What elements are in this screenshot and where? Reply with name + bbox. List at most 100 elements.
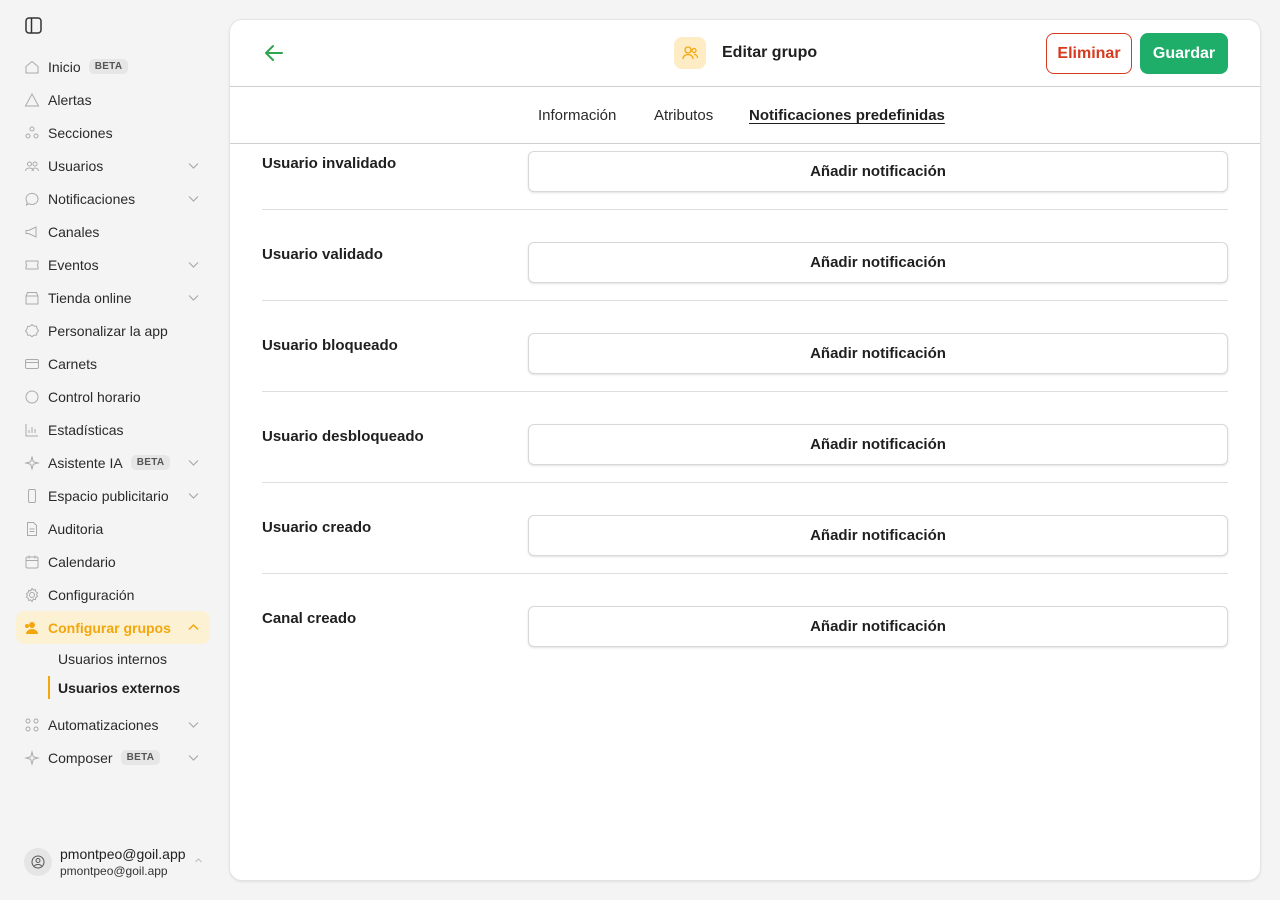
sidebar-item-personalizar-la-app[interactable]: Personalizar la app bbox=[16, 314, 210, 347]
sidebar-subitem-usuarios-internos[interactable]: Usuarios internos bbox=[48, 644, 210, 673]
panel-header: Editar grupo Eliminar Guardar bbox=[230, 20, 1260, 87]
sidebar-item-label: Secciones bbox=[48, 124, 113, 141]
user-icon bbox=[31, 855, 45, 869]
nodes-icon bbox=[24, 717, 40, 733]
sidebar-item-secciones[interactable]: Secciones bbox=[16, 116, 210, 149]
sidebar-item-inicio[interactable]: Inicio BETA bbox=[16, 50, 210, 83]
sidebar-item-eventos[interactable]: Eventos bbox=[16, 248, 210, 281]
sidebar-nav: Inicio BETA Alertas Secciones Usuarios Notifi… bbox=[16, 50, 210, 774]
sidebar-item-label: Automatizaciones bbox=[48, 716, 159, 733]
calendar-icon bbox=[24, 554, 40, 570]
alert-icon bbox=[24, 92, 40, 108]
sidebar-item-label: Calendario bbox=[48, 553, 116, 570]
notification-event-label: Usuario invalidado bbox=[262, 155, 397, 172]
chevron-down-icon bbox=[188, 460, 199, 466]
sidebar-item-label: Auditoria bbox=[48, 520, 104, 537]
sidebar-item-asistente-ia[interactable]: Asistente IA BETA bbox=[16, 446, 210, 479]
notification-event-label: Usuario validado bbox=[262, 246, 383, 263]
add-notification-button[interactable]: Añadir notificación bbox=[528, 606, 1228, 647]
notification-event-label: Usuario desbloqueado bbox=[262, 428, 424, 445]
notification-row-usuario-bloqueado: Usuario bloqueado Añadir notificación bbox=[262, 301, 1228, 392]
sidebar-item-label: Alertas bbox=[48, 91, 92, 108]
add-notification-button[interactable]: Añadir notificación bbox=[528, 242, 1228, 283]
notification-event-label: Canal creado bbox=[262, 610, 357, 627]
notification-row-usuario-desbloqueado: Usuario desbloqueado Añadir notificación bbox=[262, 392, 1228, 483]
sidebar-item-label: Tienda online bbox=[48, 289, 132, 306]
sidebar-item-control-horario[interactable]: Control horario bbox=[16, 380, 210, 413]
notification-event-label: Usuario creado bbox=[262, 519, 372, 536]
chevron-down-icon bbox=[188, 262, 199, 268]
tab-informacion[interactable]: Información bbox=[538, 107, 616, 124]
sidebar-item-configuracion[interactable]: Configuración bbox=[16, 578, 210, 611]
notification-row-usuario-creado: Usuario creado Añadir notificación bbox=[262, 483, 1228, 574]
sidebar-item-label: Eventos bbox=[48, 256, 99, 273]
sidebar-item-carnets[interactable]: Carnets bbox=[16, 347, 210, 380]
sidebar-item-label: Configuración bbox=[48, 586, 135, 603]
notification-event-label: Usuario bloqueado bbox=[262, 337, 398, 354]
sidebar-item-label: Espacio publicitario bbox=[48, 487, 169, 504]
notification-row-canal-creado: Canal creado Añadir notificación bbox=[262, 574, 1228, 665]
notification-row-usuario-validado: Usuario validado Añadir notificación bbox=[262, 210, 1228, 301]
sidebar: Inicio BETA Alertas Secciones Usuarios Notifi… bbox=[0, 0, 220, 900]
chevron-up-icon bbox=[195, 858, 202, 863]
group-icon bbox=[674, 37, 706, 69]
home-icon bbox=[24, 59, 40, 75]
sidebar-item-label: Control horario bbox=[48, 388, 141, 405]
ticket-icon bbox=[24, 257, 40, 273]
tab-atributos[interactable]: Atributos bbox=[654, 107, 713, 124]
sidebar-item-label: Usuarios bbox=[48, 157, 104, 174]
sidebar-subitem-label: Usuarios externos bbox=[58, 679, 181, 696]
sparkle-icon bbox=[24, 454, 40, 471]
beta-badge: BETA bbox=[120, 750, 161, 765]
sections-icon bbox=[24, 125, 40, 141]
sidebar-item-canales[interactable]: Canales bbox=[16, 215, 210, 248]
sidebar-item-composer[interactable]: Composer BETA bbox=[16, 741, 210, 774]
sidebar-item-configurar-grupos[interactable]: Configurar grupos bbox=[16, 611, 210, 644]
notifications-list: Usuario invalidado Añadir notificación Usu… bbox=[262, 144, 1228, 665]
chevron-down-icon bbox=[188, 196, 199, 202]
sidebar-item-label: Canales bbox=[48, 223, 100, 240]
badge-icon bbox=[24, 323, 40, 339]
page-title-wrap: Editar grupo bbox=[674, 37, 817, 69]
sidebar-item-tienda-online[interactable]: Tienda online bbox=[16, 281, 210, 314]
sidebar-item-notificaciones[interactable]: Notificaciones bbox=[16, 182, 210, 215]
page-title: Editar grupo bbox=[722, 44, 818, 61]
chevron-down-icon bbox=[188, 163, 199, 169]
chevron-down-icon bbox=[188, 722, 199, 728]
save-button[interactable]: Guardar bbox=[1140, 33, 1228, 74]
user-menu[interactable]: pmontpeo@goil.app pmontpeo@goil.app bbox=[24, 846, 202, 878]
delete-button[interactable]: Eliminar bbox=[1046, 33, 1132, 74]
sidebar-item-calendario[interactable]: Calendario bbox=[16, 545, 210, 578]
clock-icon bbox=[24, 389, 40, 405]
sidebar-item-alertas[interactable]: Alertas bbox=[16, 83, 210, 116]
sidebar-item-auditoria[interactable]: Auditoria bbox=[16, 512, 210, 545]
sidebar-toggle-icon[interactable] bbox=[25, 17, 42, 34]
chart-icon bbox=[24, 422, 40, 438]
sidebar-item-label: Composer bbox=[48, 749, 113, 766]
megaphone-icon bbox=[24, 224, 40, 240]
add-notification-button[interactable]: Añadir notificación bbox=[528, 515, 1228, 556]
sidebar-item-label: Inicio bbox=[48, 58, 81, 75]
avatar bbox=[24, 848, 52, 876]
chevron-down-icon bbox=[188, 295, 199, 301]
add-notification-button[interactable]: Añadir notificación bbox=[528, 424, 1228, 465]
beta-badge: BETA bbox=[88, 59, 129, 74]
sidebar-item-label: Asistente IA bbox=[48, 454, 123, 471]
chevron-down-icon bbox=[188, 755, 199, 761]
sidebar-item-estadisticas[interactable]: Estadísticas bbox=[16, 413, 210, 446]
sidebar-item-label: Personalizar la app bbox=[48, 322, 168, 339]
add-notification-button[interactable]: Añadir notificación bbox=[528, 151, 1228, 192]
sidebar-item-automatizaciones[interactable]: Automatizaciones bbox=[16, 708, 210, 741]
sidebar-subitem-label: Usuarios internos bbox=[58, 650, 167, 667]
edit-group-panel: Editar grupo Eliminar Guardar Informació… bbox=[230, 20, 1260, 880]
sidebar-item-label: Notificaciones bbox=[48, 190, 136, 207]
tab-notificaciones-predefinidas[interactable]: Notificaciones predefinidas bbox=[749, 107, 945, 124]
back-arrow-icon[interactable] bbox=[264, 44, 284, 62]
add-notification-button[interactable]: Añadir notificación bbox=[528, 333, 1228, 374]
sidebar-item-usuarios[interactable]: Usuarios bbox=[16, 149, 210, 182]
sidebar-subitem-usuarios-externos[interactable]: Usuarios externos bbox=[48, 673, 210, 702]
sidebar-item-label: Configurar grupos bbox=[48, 619, 171, 636]
users-icon bbox=[24, 158, 40, 174]
sidebar-item-espacio-publicitario[interactable]: Espacio publicitario bbox=[16, 479, 210, 512]
beta-badge: BETA bbox=[130, 455, 171, 470]
